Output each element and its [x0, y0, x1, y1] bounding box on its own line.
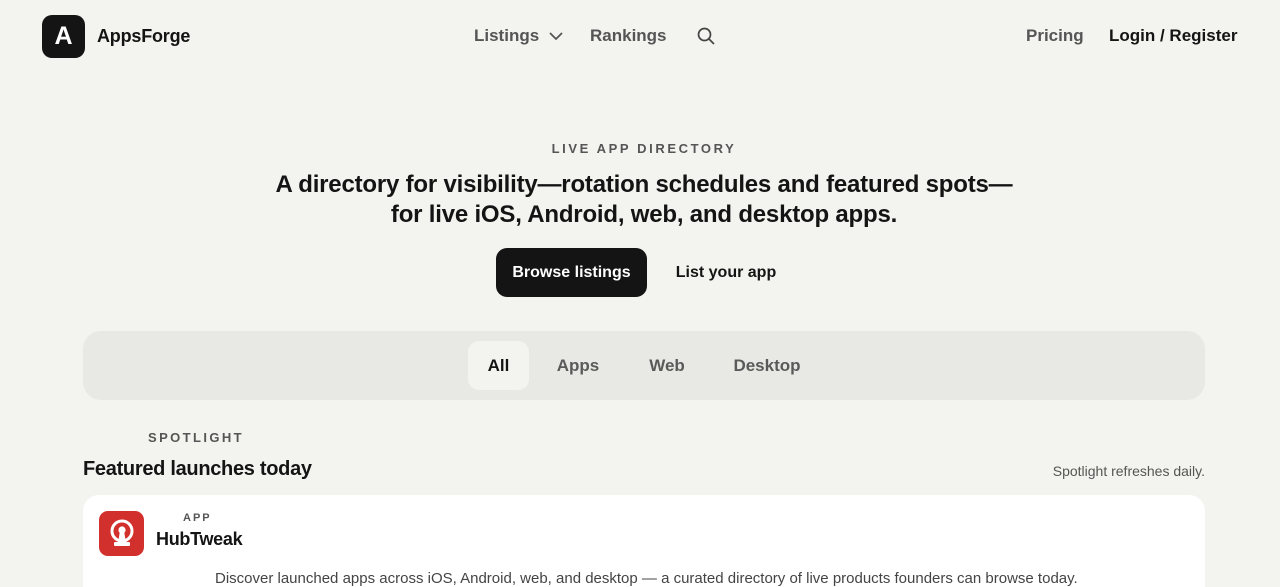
- spotlight-refresh-note: Spotlight refreshes daily.: [1052, 463, 1205, 479]
- nav-pricing[interactable]: Pricing: [1026, 26, 1084, 46]
- tab-desktop[interactable]: Desktop: [718, 341, 816, 390]
- browse-listings-button[interactable]: Browse listings: [496, 248, 647, 297]
- spotlight-eyebrow: SPOTLIGHT: [148, 430, 244, 445]
- nav-listings-label: Listings: [474, 26, 540, 45]
- hero-eyebrow: LIVE APP DIRECTORY: [551, 141, 737, 156]
- login-register-link[interactable]: Login / Register: [1109, 26, 1237, 46]
- hero-title: A directory for visibility—rotation sche…: [0, 170, 1280, 229]
- keyhole-icon: [99, 511, 144, 556]
- search-icon[interactable]: [697, 27, 715, 45]
- chevron-down-icon: [549, 32, 563, 41]
- nav-listings[interactable]: Listings: [474, 26, 563, 46]
- site-header: A AppsForge Listings Rankings Pricing Lo…: [0, 0, 1280, 74]
- spotlight-card[interactable]: APP HubTweak Discover launched apps acro…: [83, 495, 1205, 587]
- nav-rankings[interactable]: Rankings: [590, 26, 667, 46]
- hero-title-line-1: A directory for visibility—rotation sche…: [275, 171, 1013, 198]
- tab-apps[interactable]: Apps: [543, 341, 613, 390]
- list-your-app-button[interactable]: List your app: [664, 248, 788, 297]
- tab-all[interactable]: All: [468, 341, 529, 390]
- spotlight-title: Featured launches today: [83, 458, 312, 480]
- hero-title-line-2: for live iOS, Android, web, and desktop …: [390, 200, 898, 228]
- brand-name[interactable]: AppsForge: [97, 26, 190, 47]
- app-description: Discover launched apps across iOS, Andro…: [215, 570, 1078, 587]
- app-kind-label: APP: [183, 512, 212, 524]
- tab-web[interactable]: Web: [633, 341, 701, 390]
- category-filter-bar: All Apps Web Desktop: [83, 331, 1205, 400]
- app-name[interactable]: HubTweak: [156, 529, 243, 550]
- logo-mark[interactable]: A: [42, 15, 85, 58]
